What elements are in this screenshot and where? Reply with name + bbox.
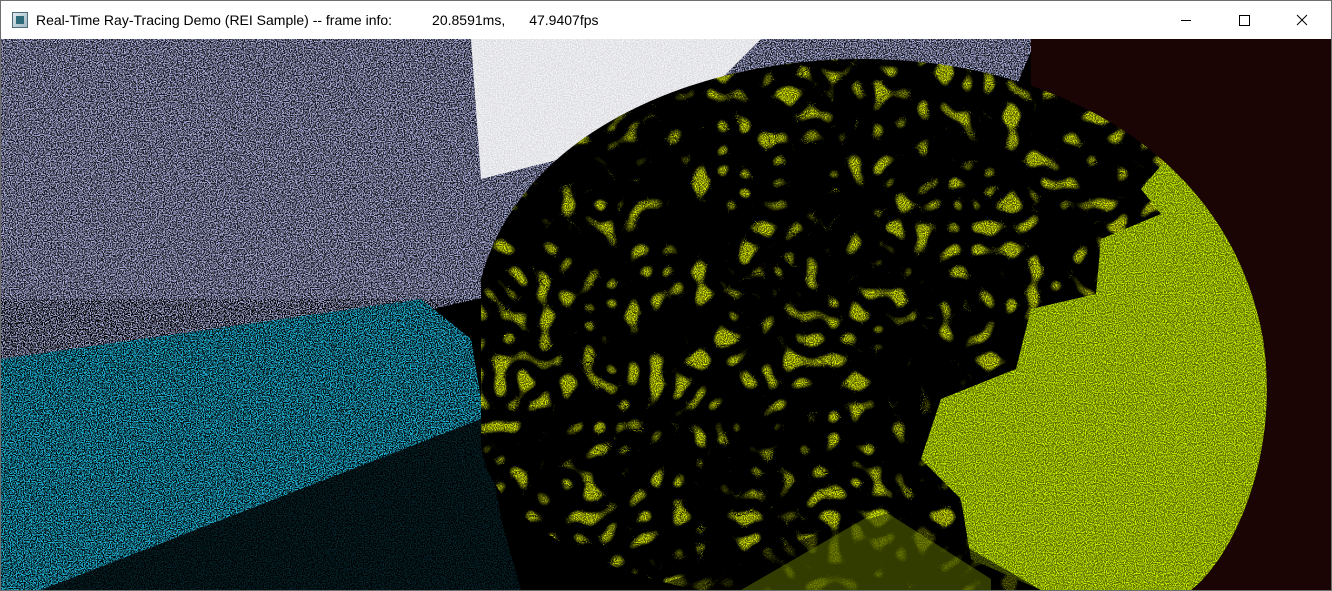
title-bar[interactable]: Real-Time Ray-Tracing Demo (REI Sample) … [1,1,1331,39]
window-title: Real-Time Ray-Tracing Demo (REI Sample) … [36,12,393,28]
close-button[interactable] [1273,1,1331,39]
render-viewport[interactable] [1,39,1331,590]
ray-traced-scene [1,39,1331,590]
fps-readout: 47.9407fps [529,12,599,28]
maximize-icon [1239,15,1250,26]
close-icon [1296,14,1308,26]
window-controls [1157,1,1331,39]
maximize-button[interactable] [1215,1,1273,39]
minimize-icon [1181,20,1191,21]
app-window: Real-Time Ray-Tracing Demo (REI Sample) … [0,0,1332,591]
minimize-button[interactable] [1157,1,1215,39]
frame-time-readout: 20.8591ms, [432,12,506,28]
app-icon[interactable] [12,12,28,28]
